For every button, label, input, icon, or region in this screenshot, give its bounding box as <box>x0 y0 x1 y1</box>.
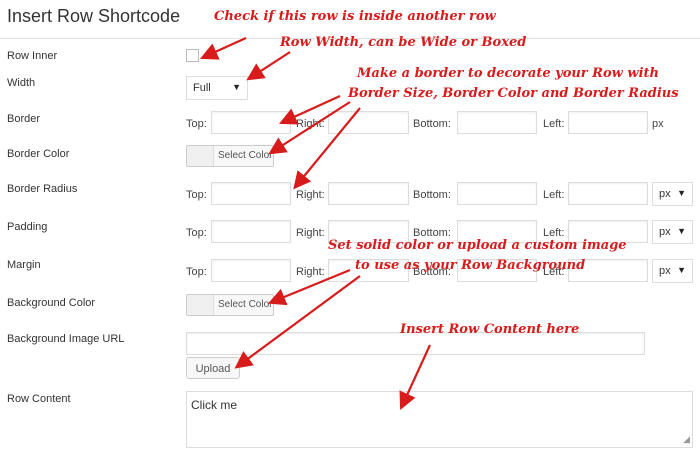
label-background-image-url: Background Image URL <box>7 333 125 345</box>
margin-top-input[interactable] <box>211 259 291 282</box>
margin-right-label: Right: <box>296 266 325 278</box>
chevron-down-icon: ▼ <box>677 188 686 198</box>
label-border-radius: Border Radius <box>7 183 78 195</box>
border-top-input[interactable] <box>211 111 291 134</box>
radius-right-label: Right: <box>296 189 325 201</box>
upload-button[interactable]: Upload <box>186 357 240 379</box>
label-row-inner: Row Inner <box>7 50 58 62</box>
annotation-width: Row Width, can be Wide or Boxed <box>280 35 527 50</box>
radius-right-input[interactable] <box>328 182 409 205</box>
border-bottom-input[interactable] <box>457 111 537 134</box>
background-color-button[interactable]: Select Color <box>186 294 274 316</box>
radius-top-label: Top: <box>186 189 207 201</box>
padding-top-label: Top: <box>186 227 207 239</box>
arrow-width <box>246 51 291 81</box>
annotation-bg-line2: to use as your Row Background <box>355 258 586 273</box>
label-padding: Padding <box>7 221 48 233</box>
border-color-button[interactable]: Select Color <box>186 145 274 167</box>
padding-unit-value: px <box>659 226 671 238</box>
radius-bottom-input[interactable] <box>457 182 537 205</box>
chevron-down-icon: ▼ <box>232 82 241 92</box>
border-unit: px <box>652 118 664 130</box>
padding-right-label: Right: <box>296 227 325 239</box>
width-select-value: Full <box>193 82 211 94</box>
border-bottom-label: Bottom: <box>413 118 451 130</box>
border-top-label: Top: <box>186 118 207 130</box>
radius-left-label: Left: <box>543 189 565 201</box>
padding-unit-select[interactable]: px ▼ <box>652 220 693 244</box>
radius-unit-select[interactable]: px ▼ <box>652 182 693 206</box>
row-content-textarea[interactable]: Click me ◢ <box>186 391 693 448</box>
radius-unit-value: px <box>659 188 671 200</box>
background-color-button-label: Select Color <box>218 299 273 310</box>
resize-grip-icon[interactable]: ◢ <box>683 434 690 445</box>
label-width: Width <box>7 77 36 89</box>
annotation-row-inner: Check if this row is inside another row <box>214 9 496 24</box>
margin-unit-value: px <box>659 265 671 277</box>
border-left-input[interactable] <box>568 111 648 134</box>
row-content-value: Click me <box>191 398 238 412</box>
annotation-border-line2: Border Size, Border Color and Border Rad… <box>348 86 679 101</box>
radius-top-input[interactable] <box>211 182 291 205</box>
border-color-swatch <box>187 146 214 166</box>
radius-left-input[interactable] <box>568 182 648 205</box>
border-right-label: Right: <box>296 118 325 130</box>
page-title: Insert Row Shortcode <box>7 6 181 26</box>
label-margin: Margin <box>7 259 41 271</box>
annotation-border-line1: Make a border to decorate your Row with <box>357 66 659 81</box>
annotation-content: Insert Row Content here <box>400 322 580 337</box>
row-inner-checkbox[interactable] <box>186 49 199 62</box>
label-background-color: Background Color <box>7 297 96 309</box>
width-select[interactable]: Full ▼ <box>186 76 248 100</box>
label-border-color: Border Color <box>7 148 70 160</box>
chevron-down-icon: ▼ <box>677 226 686 236</box>
border-right-input[interactable] <box>328 111 409 134</box>
annotation-bg-line1: Set solid color or upload a custom image <box>328 238 627 253</box>
border-left-label: Left: <box>543 118 565 130</box>
padding-top-input[interactable] <box>211 220 291 243</box>
background-color-swatch <box>187 295 214 315</box>
margin-unit-select[interactable]: px ▼ <box>652 259 693 283</box>
radius-bottom-label: Bottom: <box>413 189 451 201</box>
label-row-content: Row Content <box>7 393 71 405</box>
chevron-down-icon: ▼ <box>677 265 686 275</box>
border-color-button-label: Select Color <box>218 150 273 161</box>
label-border: Border <box>7 113 41 125</box>
margin-top-label: Top: <box>186 266 207 278</box>
arrow-row-inner <box>199 36 247 60</box>
